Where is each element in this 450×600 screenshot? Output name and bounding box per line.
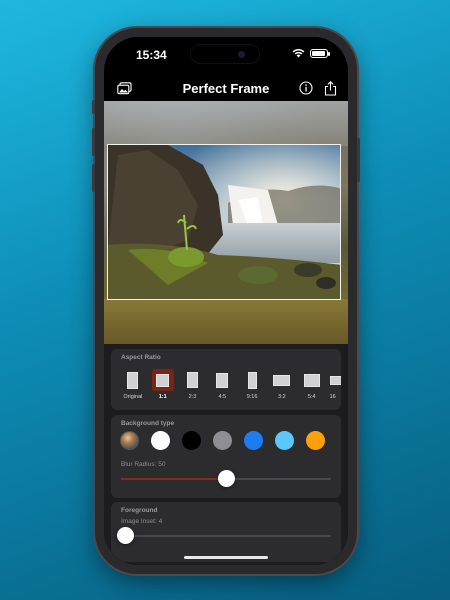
ratio-label: 3:2 — [278, 394, 286, 400]
battery-icon — [310, 48, 330, 58]
blur-radius-label: Blur Radius: 50 — [121, 461, 166, 468]
background-swatches — [120, 431, 325, 450]
framed-photo — [107, 144, 341, 300]
ratio-label: 5:4 — [307, 394, 316, 400]
foreground-title: Foreground — [121, 507, 158, 514]
aspect-ratio-options: Original 1:1 2:3 4:5 9:16 3:2 5:4 16 — [121, 369, 341, 400]
ratio-option-3-2[interactable]: 3:2 — [270, 369, 294, 400]
power-button — [357, 138, 360, 182]
info-icon[interactable] — [298, 80, 314, 96]
ratio-option-1-1[interactable]: 1:1 — [151, 369, 175, 400]
slider-fill — [121, 478, 226, 480]
aspect-ratio-title: Aspect Ratio — [121, 354, 161, 361]
image-inset-slider[interactable] — [117, 527, 331, 544]
ratio-option-16-9[interactable]: 16 — [329, 369, 341, 400]
background-type-card: Background type Blur Radius: 50 — [111, 415, 341, 498]
orange-swatch[interactable] — [306, 431, 325, 450]
image-blur-swatch[interactable] — [120, 431, 139, 450]
slider-knob[interactable] — [218, 470, 235, 487]
background-type-title: Background type — [121, 420, 175, 427]
controls-panel: Aspect Ratio Original 1:1 2:3 4:5 9:16 3… — [104, 344, 348, 565]
share-icon[interactable] — [322, 80, 338, 96]
volume-up-button — [92, 128, 95, 156]
status-bar: 15:34 — [104, 37, 348, 73]
ratio-label: 1:1 — [158, 394, 167, 400]
light-blue-swatch[interactable] — [275, 431, 294, 450]
ratio-option-9-16[interactable]: 9:16 — [240, 369, 264, 400]
image-inset-label: Image Inset: 4 — [121, 518, 163, 525]
ratio-option-original[interactable]: Original — [121, 369, 145, 400]
phone-frame: 15:34 Perfect Frame Aspect Ratio Origina… — [92, 28, 360, 574]
navigation-bar: Perfect Frame — [104, 73, 348, 103]
dynamic-island — [190, 44, 260, 64]
foreground-card: Foreground Image Inset: 4 — [111, 502, 341, 562]
ratio-label: 9:16 — [246, 394, 258, 400]
ratio-label: Original — [123, 394, 143, 400]
action-button — [92, 100, 95, 114]
blue-swatch[interactable] — [244, 431, 263, 450]
gray-swatch[interactable] — [213, 431, 232, 450]
photo-preview — [104, 101, 348, 344]
volume-down-button — [92, 164, 95, 192]
ratio-label: 2:3 — [188, 394, 197, 400]
ratio-label: 16 — [329, 394, 336, 400]
status-icons — [292, 48, 330, 58]
aspect-ratio-card: Aspect Ratio Original 1:1 2:3 4:5 9:16 3… — [111, 349, 341, 410]
screen: 15:34 Perfect Frame Aspect Ratio Origina… — [104, 37, 348, 565]
white-swatch[interactable] — [151, 431, 170, 450]
home-indicator — [184, 556, 268, 559]
wifi-icon — [292, 48, 305, 58]
blur-radius-slider[interactable] — [121, 470, 331, 487]
ratio-label: 4:5 — [218, 394, 227, 400]
ratio-option-2-3[interactable]: 2:3 — [181, 369, 205, 400]
slider-knob[interactable] — [117, 527, 135, 544]
black-swatch[interactable] — [182, 431, 201, 450]
ratio-option-4-5[interactable]: 4:5 — [210, 369, 234, 400]
status-time: 15:34 — [136, 48, 167, 62]
ratio-option-5-4[interactable]: 5:4 — [300, 369, 324, 400]
